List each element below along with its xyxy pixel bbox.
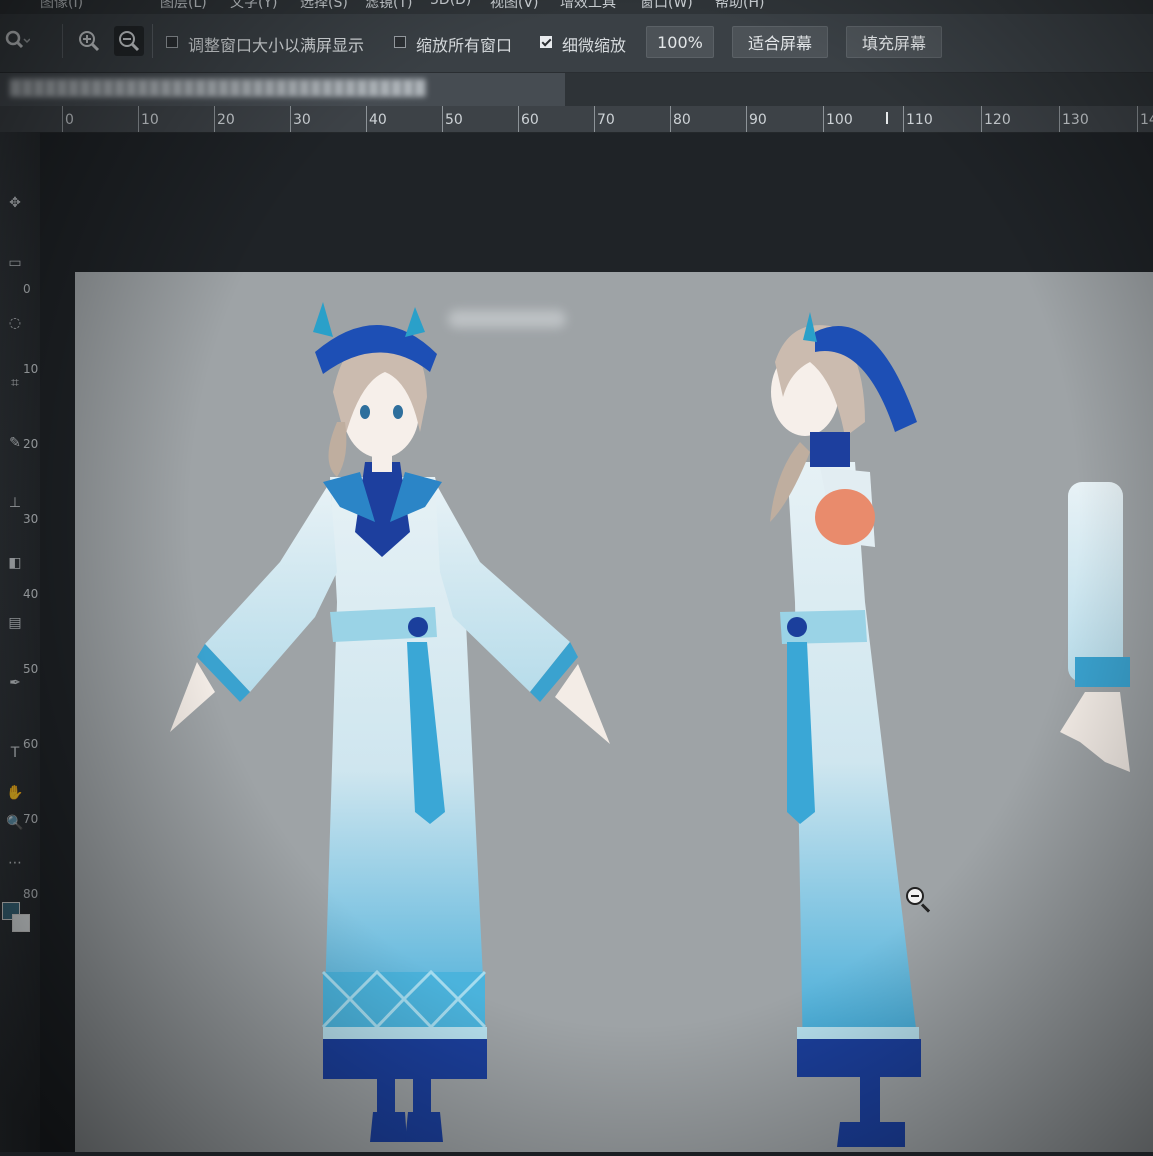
ruler-tick: 10 [141, 112, 159, 128]
zoom-100-button[interactable]: 100% [646, 26, 714, 58]
options-bar: 调整窗口大小以满屏显示 缩放所有窗口 细微缩放 100% 适合屏幕 填充屏幕 [0, 14, 1153, 73]
ruler-major-tick [746, 106, 747, 132]
resize-windows-label: 调整窗口大小以满屏显示 [188, 36, 365, 55]
separator [62, 24, 63, 58]
scrubby-zoom-checkbox[interactable] [540, 36, 552, 48]
background-color-swatch[interactable] [12, 914, 30, 932]
zoom-in-icon[interactable] [74, 26, 104, 56]
ruler-tick: 70 [597, 112, 615, 128]
menu-item-view[interactable]: 视图(V) [490, 0, 539, 12]
ruler-tick: 130 [1062, 112, 1089, 128]
horizontal-ruler: 0 10 20 30 40 50 60 70 80 90 100 110 120… [0, 106, 1153, 133]
resize-windows-checkbox[interactable] [166, 36, 178, 48]
blurred-annotation-label [448, 310, 566, 328]
marquee-tool-icon[interactable]: ▭ [4, 252, 26, 274]
ruler-tick: 40 [369, 112, 387, 128]
ruler-major-tick [214, 106, 215, 132]
document-tab-bar: ████████████████████████████████████ [0, 73, 1153, 106]
zoom-out-cursor-icon [906, 887, 924, 905]
eraser-tool-icon[interactable]: ◧ [4, 552, 26, 574]
artboard[interactable] [75, 272, 1153, 1152]
ruler-major-tick [290, 106, 291, 132]
ruler-tick: 10 [23, 362, 39, 376]
ruler-major-tick [518, 106, 519, 132]
menu-item-3d[interactable]: 3D(D) [430, 0, 471, 8]
ruler-major-tick [62, 106, 63, 132]
scrubby-zoom-label: 细微缩放 [562, 36, 627, 55]
move-tool-icon[interactable]: ✥ [4, 192, 26, 214]
menu-item-plugins[interactable]: 增效工具 [560, 0, 616, 12]
menu-item-filter[interactable]: 滤镜(T) [365, 0, 412, 12]
zoom-tool-preset-icon[interactable] [2, 26, 32, 56]
character-artwork [170, 302, 1130, 1147]
fit-screen-button[interactable]: 适合屏幕 [732, 26, 828, 58]
ruler-tick: 30 [23, 512, 39, 526]
ruler-tick: 0 [23, 282, 31, 296]
document-tab-title-blurred: ████████████████████████████████████ [10, 79, 426, 97]
side-view-character [770, 312, 921, 1147]
arm-detail [1060, 482, 1130, 772]
ruler-cursor-marker [886, 112, 888, 124]
menu-item-select[interactable]: 选择(S) [300, 0, 348, 12]
ruler-tick: 50 [445, 112, 463, 128]
menu-bar: 图像(I) 图层(L) 文字(Y) 选择(S) 滤镜(T) 3D(D) 视图(V… [0, 0, 1153, 14]
ruler-major-tick [442, 106, 443, 132]
ruler-tick: 120 [984, 112, 1011, 128]
ruler-tick: 110 [906, 112, 933, 128]
ruler-tick: 14 [1140, 112, 1153, 128]
ruler-tick: 80 [23, 887, 39, 901]
ruler-tick: 100 [826, 112, 853, 128]
menu-item-image[interactable]: 图像(I) [40, 0, 83, 12]
separator [152, 24, 153, 58]
zoom-all-windows-checkbox[interactable] [394, 36, 406, 48]
ruler-tick: 70 [23, 812, 39, 826]
menu-item-type[interactable]: 文字(Y) [230, 0, 277, 12]
ruler-major-tick [138, 106, 139, 132]
ruler-tick: 40 [23, 587, 39, 601]
ruler-tick: 80 [673, 112, 691, 128]
ruler-tick: 50 [23, 662, 39, 676]
ruler-tick: 20 [217, 112, 235, 128]
ruler-major-tick [823, 106, 824, 132]
ruler-major-tick [366, 106, 367, 132]
more-tools-icon[interactable]: ⋯ [4, 852, 26, 874]
ruler-tick: 60 [23, 737, 39, 751]
ruler-major-tick [981, 106, 982, 132]
ruler-tick: 0 [65, 112, 74, 128]
menu-item-help[interactable]: 帮助(H) [715, 0, 764, 12]
zoom-all-windows-label: 缩放所有窗口 [416, 36, 513, 55]
ruler-major-tick [903, 106, 904, 132]
ruler-major-tick [1059, 106, 1060, 132]
ruler-major-tick [594, 106, 595, 132]
gradient-tool-icon[interactable]: ▤ [4, 612, 26, 634]
front-view-character [170, 302, 610, 1142]
ruler-major-tick [1137, 106, 1138, 132]
ruler-tick: 90 [749, 112, 767, 128]
document-tab[interactable]: ████████████████████████████████████ [0, 73, 565, 106]
zoom-out-icon[interactable] [114, 26, 144, 56]
tools-panel: ✥ ▭ ◌ ⌗ ✎ ⊥ ◧ ▤ ✒ T ✋ 🔍 ⋯ 0 10 20 30 40 … [0, 132, 40, 1152]
lasso-tool-icon[interactable]: ◌ [4, 312, 26, 334]
menu-item-layer[interactable]: 图层(L) [160, 0, 207, 12]
fill-screen-button[interactable]: 填充屏幕 [846, 26, 942, 58]
ruler-tick: 20 [23, 437, 39, 451]
ruler-tick: 60 [521, 112, 539, 128]
stamp-tool-icon[interactable]: ⊥ [4, 492, 26, 514]
ruler-major-tick [670, 106, 671, 132]
ruler-tick: 30 [293, 112, 311, 128]
hand-tool-icon[interactable]: ✋ [4, 782, 26, 804]
menu-item-window[interactable]: 窗口(W) [640, 0, 693, 12]
